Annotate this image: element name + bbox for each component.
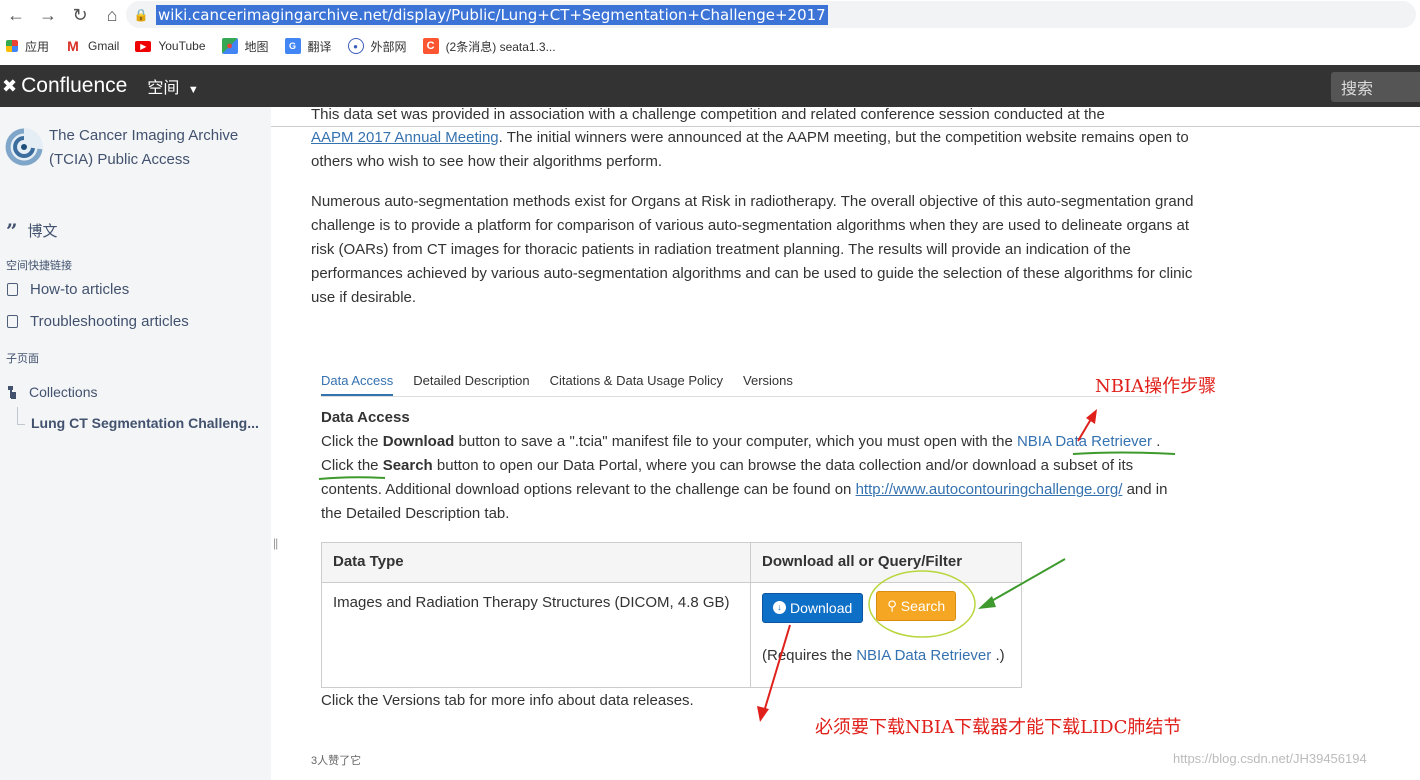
text-fragment: button to save a ".tcia" manifest file t… bbox=[454, 433, 1017, 450]
table-header-row: Data Type Download all or Query/Filter bbox=[321, 542, 1022, 583]
tab-detailed-description[interactable]: Detailed Description bbox=[413, 373, 529, 396]
table-row: Images and Radiation Therapy Structures … bbox=[321, 582, 1022, 688]
bookmark-label: 翻译 bbox=[307, 39, 332, 54]
lock-icon: 🔒 bbox=[133, 7, 149, 22]
sidebar-item-label: Collections bbox=[29, 384, 98, 400]
bookmark-label: 地图 bbox=[244, 39, 269, 54]
tree-connector bbox=[17, 407, 25, 425]
home-icon[interactable]: ⌂ bbox=[96, 0, 128, 30]
tab-citations[interactable]: Citations & Data Usage Policy bbox=[550, 373, 723, 396]
likes-count[interactable]: 3人赞了它 bbox=[311, 752, 361, 768]
spaces-menu[interactable]: 空间 ▼ bbox=[147, 74, 198, 98]
annotation-nbia-steps: NBIA操作步骤 bbox=[1095, 376, 1217, 397]
search-icon: ⚲ bbox=[887, 598, 897, 613]
translate-icon: G bbox=[284, 38, 301, 54]
table-cell-actions: ↓ Download ⚲ Search (Requires the NBIA D… bbox=[750, 582, 1022, 688]
bookmark-gmail[interactable]: M Gmail bbox=[65, 38, 119, 54]
tab-versions[interactable]: Versions bbox=[743, 373, 793, 396]
space-title[interactable]: The Cancer Imaging Archive (TCIA) Public… bbox=[49, 124, 249, 172]
bookmark-translate[interactable]: G 翻译 bbox=[284, 38, 332, 55]
cut-off-paragraph-line: This data set was provided in associatio… bbox=[311, 107, 1105, 123]
csdn-icon: C bbox=[422, 38, 439, 54]
shortcuts-heading: 空间快捷链接 bbox=[6, 260, 72, 272]
sidebar-blog-link[interactable]: ” 博文 bbox=[6, 220, 58, 241]
sidebar-item-collections[interactable]: Collections bbox=[7, 384, 97, 400]
download-arrow-icon: ↓ bbox=[773, 601, 786, 614]
bookmark-label: YouTube bbox=[158, 39, 206, 53]
bookmark-label: Gmail bbox=[88, 39, 120, 53]
confluence-logo-icon: ✖ bbox=[2, 75, 18, 96]
table-cell-data-type: Images and Radiation Therapy Structures … bbox=[321, 582, 751, 688]
globe-icon: ● bbox=[347, 38, 364, 54]
gmail-icon: M bbox=[67, 38, 79, 54]
cut-off-text: This data set was provided in associatio… bbox=[311, 107, 1105, 123]
nbia-retriever-link-2[interactable]: NBIA Data Retriever bbox=[856, 647, 991, 664]
bookmark-external[interactable]: ● 外部网 bbox=[347, 38, 407, 55]
sidebar-item-label: Troubleshooting articles bbox=[30, 313, 189, 330]
url-text[interactable]: wiki.cancerimagingarchive.net/display/Pu… bbox=[156, 4, 828, 25]
forward-arrow-icon[interactable]: → bbox=[32, 0, 64, 30]
versions-note: Click the Versions tab for more info abo… bbox=[321, 692, 694, 709]
table-header: Download all or Query/Filter bbox=[750, 542, 1022, 583]
bookmarks-bar: 应用 M Gmail ▶ YouTube ● 地图 G 翻译 ● 外部网 C (… bbox=[0, 33, 1420, 59]
tab-divider bbox=[321, 396, 1161, 397]
bookmark-label: (2条消息) seata1.3... bbox=[445, 39, 556, 54]
bookmark-label: 应用 bbox=[25, 39, 50, 54]
text-bold: Download bbox=[382, 433, 455, 450]
youtube-icon: ▶ bbox=[135, 40, 152, 52]
text-fragment: (Requires the bbox=[762, 646, 857, 664]
chevron-down-icon: ▼ bbox=[187, 84, 199, 96]
watermark: https://blog.csdn.net/JH39456194 bbox=[1173, 751, 1367, 766]
bookmark-apps[interactable]: 应用 bbox=[6, 38, 49, 55]
page-tree-icon bbox=[7, 385, 19, 399]
maps-icon: ● bbox=[221, 38, 238, 54]
children-heading: 子页面 bbox=[6, 353, 39, 365]
reload-icon[interactable]: ↻ bbox=[64, 0, 96, 30]
confluence-logo[interactable]: ✖ Confluence bbox=[2, 74, 127, 98]
bookmark-label: 外部网 bbox=[370, 39, 407, 54]
pages-icon bbox=[7, 283, 18, 296]
bookmark-maps[interactable]: ● 地图 bbox=[221, 38, 269, 55]
sidebar-item-lung-ct[interactable]: Lung CT Segmentation Challeng... bbox=[31, 415, 259, 431]
search-button-label: Search bbox=[900, 598, 946, 614]
tcia-logo-icon[interactable] bbox=[2, 123, 46, 171]
paragraph-aapm: AAPM 2017 Annual Meeting. The initial wi… bbox=[311, 126, 1201, 174]
search-input[interactable]: 搜索 bbox=[1331, 72, 1420, 102]
autocontouring-link[interactable]: http://www.autocontouringchallenge.org/ bbox=[856, 481, 1123, 498]
data-access-heading: Data Access bbox=[321, 409, 410, 426]
table-header: Data Type bbox=[321, 542, 751, 583]
space-sidebar: The Cancer Imaging Archive (TCIA) Public… bbox=[0, 107, 271, 780]
apps-grid-icon bbox=[6, 40, 18, 52]
nbia-retriever-link[interactable]: NBIA Data Retriever bbox=[1017, 433, 1152, 450]
annotation-must-download: 必须要下载NBIA下载器才能下载LIDC肺结节 bbox=[815, 717, 1182, 738]
requires-note: (Requires the NBIA Data Retriever .) bbox=[762, 647, 1010, 664]
data-access-text: Click the Download button to save a ".tc… bbox=[321, 430, 1181, 526]
sidebar-item-troubleshooting[interactable]: Troubleshooting articles bbox=[7, 313, 189, 330]
back-arrow-icon[interactable]: ← bbox=[0, 0, 32, 30]
confluence-logo-text: Confluence bbox=[21, 74, 128, 97]
text-fragment: .) bbox=[991, 646, 1005, 664]
spaces-label: 空间 bbox=[147, 80, 180, 97]
aapm-meeting-link[interactable]: AAPM 2017 Annual Meeting bbox=[311, 129, 499, 146]
download-button-label: Download bbox=[790, 599, 853, 616]
address-bar[interactable]: 🔒 wiki.cancerimagingarchive.net/display/… bbox=[126, 1, 1416, 28]
tab-data-access[interactable]: Data Access bbox=[321, 373, 394, 396]
pages-icon bbox=[7, 315, 18, 328]
blog-label: 博文 bbox=[27, 223, 58, 240]
sidebar-item-how-to[interactable]: How-to articles bbox=[7, 281, 129, 298]
tab-bar: Data Access Detailed Description Citatio… bbox=[321, 373, 813, 396]
search-button[interactable]: ⚲ Search bbox=[876, 591, 957, 621]
quote-icon: ” bbox=[6, 218, 18, 243]
text-fragment: Click the bbox=[321, 433, 383, 450]
page-content: This data set was provided in associatio… bbox=[271, 107, 1420, 780]
text-bold: Search bbox=[382, 457, 433, 474]
browser-toolbar: ← → ↻ ⌂ 🔒 wiki.cancerimagingarchive.net/… bbox=[0, 0, 1420, 30]
bookmark-csdn[interactable]: C (2条消息) seata1.3... bbox=[422, 38, 556, 55]
sidebar-item-label: How-to articles bbox=[30, 281, 130, 298]
download-button[interactable]: ↓ Download bbox=[762, 592, 864, 623]
data-table: Data Type Download all or Query/Filter I… bbox=[321, 542, 1022, 688]
paragraph-objective: Numerous auto-segmentation methods exist… bbox=[311, 193, 1194, 306]
confluence-header: ✖ Confluence 空间 ▼ 搜索 bbox=[0, 65, 1420, 107]
bookmark-youtube[interactable]: ▶ YouTube bbox=[135, 39, 206, 53]
